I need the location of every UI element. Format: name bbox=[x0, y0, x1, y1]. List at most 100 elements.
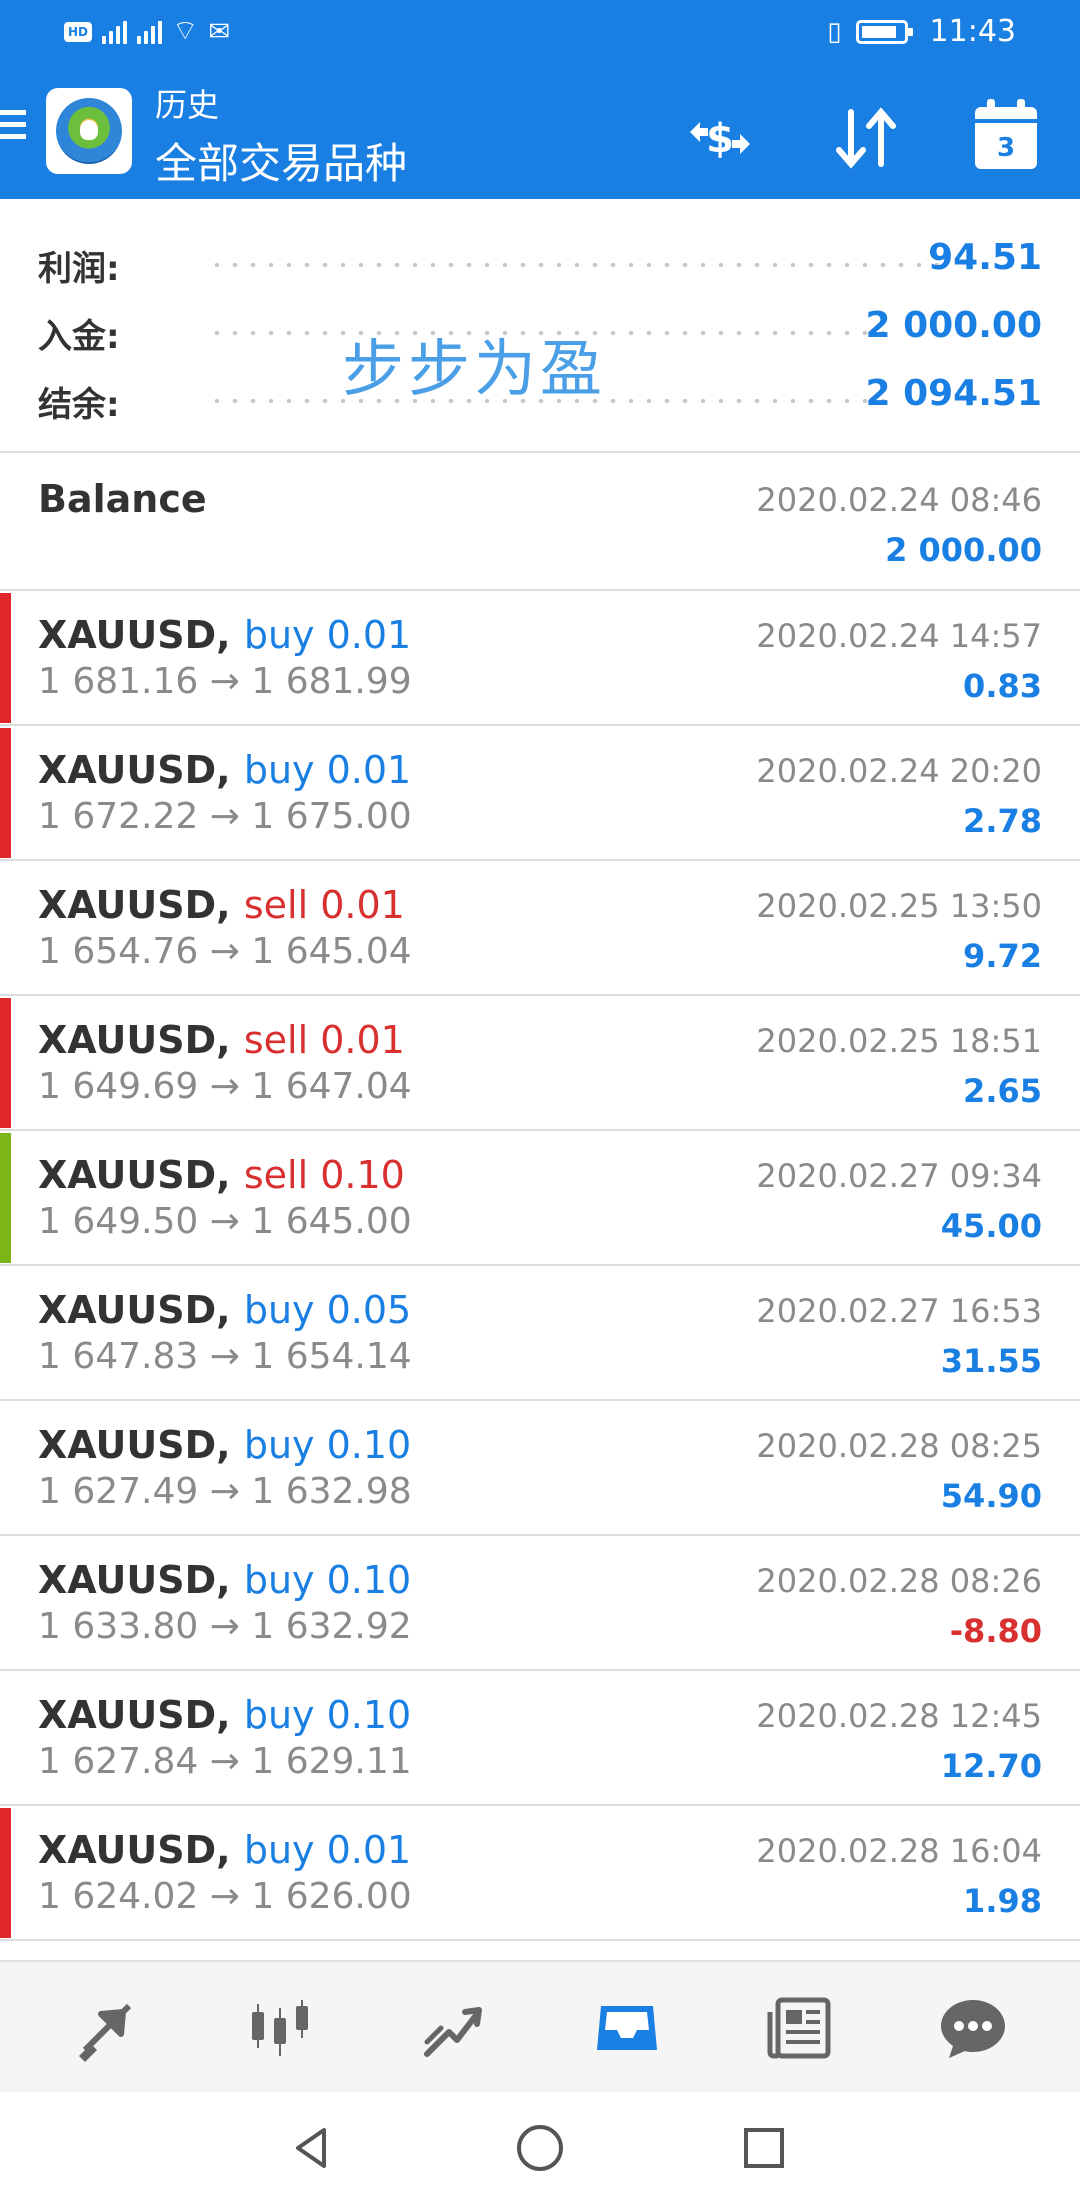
symbol-filter-title[interactable]: 全部交易品种 bbox=[155, 130, 407, 191]
status-bar: HD ⌔ ✉ ▯ 11:43 bbox=[0, 0, 1080, 64]
symbol-name: XAUUSD, bbox=[38, 883, 231, 927]
vibrate-icon: ▯ bbox=[827, 16, 842, 47]
deal-row[interactable]: XAUUSD, buy 0.01 1 681.16 → 1 681.99 2020.… bbox=[0, 591, 1080, 726]
deal-time: 2020.02.24 08:46 bbox=[756, 481, 1042, 519]
menu-icon[interactable] bbox=[0, 110, 28, 142]
calendar-day: 3 bbox=[996, 133, 1016, 163]
symbol-name: XAUUSD, bbox=[38, 613, 231, 657]
deal-profit: 9.72 bbox=[963, 937, 1042, 975]
trade-icon[interactable] bbox=[413, 1988, 493, 2068]
deal-symbol: XAUUSD, buy 0.05 bbox=[38, 1288, 411, 1332]
hd-indicator: HD bbox=[64, 21, 92, 42]
deal-profit: 1.98 bbox=[963, 1882, 1042, 1920]
summary-row-profit: 利润: 94.51 bbox=[38, 229, 1042, 289]
deal-time: 2020.02.28 08:25 bbox=[756, 1427, 1042, 1465]
deal-marker bbox=[0, 728, 11, 858]
deal-row[interactable]: XAUUSD, buy 0.01 1 624.02 → 1 626.00 2020.… bbox=[0, 1806, 1080, 1941]
deal-side: buy 0.10 bbox=[243, 1693, 412, 1737]
deal-side: buy 0.10 bbox=[243, 1558, 412, 1602]
symbol-name: XAUUSD, bbox=[38, 1558, 231, 1602]
wifi-icon: ⌔ bbox=[172, 14, 199, 47]
summary-value: 94.51 bbox=[928, 237, 1042, 278]
back-icon[interactable] bbox=[280, 2116, 344, 2180]
deal-row[interactable]: XAUUSD, buy 0.01 1 672.22 → 1 675.00 2020.… bbox=[0, 726, 1080, 861]
deal-profit: 54.90 bbox=[940, 1477, 1042, 1515]
deal-profit: 2.78 bbox=[963, 802, 1042, 840]
deal-row[interactable]: XAUUSD, sell 0.01 1 654.76 → 1 645.04 2020… bbox=[0, 861, 1080, 996]
summary-value: 2 000.00 bbox=[865, 305, 1042, 346]
chat-icon[interactable] bbox=[933, 1988, 1013, 2068]
home-icon[interactable] bbox=[508, 2116, 572, 2180]
deal-time: 2020.02.28 12:45 bbox=[756, 1697, 1042, 1735]
deal-time: 2020.02.27 16:53 bbox=[756, 1292, 1042, 1330]
deal-marker bbox=[0, 593, 11, 723]
history-list[interactable]: Balance 2020.02.24 08:46 2 000.00 XAUUSD… bbox=[0, 453, 1080, 1941]
summary-label: 结余: bbox=[38, 385, 120, 425]
symbol-name: XAUUSD, bbox=[38, 1693, 231, 1737]
symbol-name: XAUUSD, bbox=[38, 1828, 231, 1872]
deal-time: 2020.02.25 13:50 bbox=[756, 887, 1042, 925]
deal-side: buy 0.05 bbox=[243, 1288, 412, 1332]
signal-icon-2 bbox=[137, 20, 162, 44]
app-logo bbox=[46, 88, 132, 174]
deal-side: buy 0.01 bbox=[243, 1828, 412, 1872]
deal-profit: 45.00 bbox=[940, 1207, 1042, 1245]
symbol-name: XAUUSD, bbox=[38, 1153, 231, 1197]
bottom-navigation bbox=[0, 1960, 1080, 2092]
deal-marker bbox=[0, 1133, 11, 1263]
quotes-icon[interactable] bbox=[67, 1988, 147, 2068]
news-icon[interactable] bbox=[760, 1988, 840, 2068]
deal-symbol: XAUUSD, buy 0.10 bbox=[38, 1693, 411, 1737]
watermark-text: 步步为盈 bbox=[342, 332, 607, 405]
symbol-name: XAUUSD, bbox=[38, 1423, 231, 1467]
system-navigation-bar bbox=[0, 2092, 1080, 2205]
currency-exchange-icon[interactable]: $ bbox=[680, 98, 760, 178]
deal-profit: 0.83 bbox=[963, 667, 1042, 705]
deal-time: 2020.02.28 16:04 bbox=[756, 1832, 1042, 1870]
recents-icon[interactable] bbox=[732, 2116, 796, 2180]
summary-label: 入金: bbox=[38, 317, 120, 357]
balance-row[interactable]: Balance 2020.02.24 08:46 2 000.00 bbox=[0, 453, 1080, 591]
deal-row[interactable]: XAUUSD, sell 0.01 1 649.69 → 1 647.04 2020… bbox=[0, 996, 1080, 1131]
summary-value: 2 094.51 bbox=[865, 373, 1042, 414]
history-icon[interactable] bbox=[587, 1988, 667, 2068]
dot-leader bbox=[208, 263, 953, 267]
deal-prices: 1 654.76 → 1 645.04 bbox=[38, 931, 412, 972]
deal-prices: 1 681.16 → 1 681.99 bbox=[38, 661, 412, 702]
deal-prices: 1 672.22 → 1 675.00 bbox=[38, 796, 412, 837]
deal-profit: -8.80 bbox=[949, 1612, 1042, 1650]
battery-icon bbox=[855, 19, 913, 44]
deal-profit: 12.70 bbox=[940, 1747, 1042, 1785]
deal-side: buy 0.01 bbox=[243, 748, 412, 792]
balance-label: Balance bbox=[38, 477, 207, 521]
deal-row[interactable]: XAUUSD, buy 0.10 1 633.80 → 1 632.92 2020.… bbox=[0, 1536, 1080, 1671]
deal-side: sell 0.01 bbox=[243, 883, 405, 927]
deal-row[interactable]: XAUUSD, sell 0.10 1 649.50 → 1 645.00 2020… bbox=[0, 1131, 1080, 1266]
deal-marker bbox=[0, 1808, 11, 1938]
mail-icon: ✉ bbox=[208, 16, 231, 47]
app-bar: HD ⌔ ✉ ▯ 11:43 历史 全部交易品种 $ 3 bbox=[0, 0, 1080, 199]
chart-icon[interactable] bbox=[240, 1988, 320, 2068]
deal-prices: 1 647.83 → 1 654.14 bbox=[38, 1336, 412, 1377]
deal-symbol: XAUUSD, buy 0.01 bbox=[38, 1828, 411, 1872]
deal-profit: 31.55 bbox=[940, 1342, 1042, 1380]
deal-row[interactable]: XAUUSD, buy 0.10 1 627.49 → 1 632.98 2020.… bbox=[0, 1401, 1080, 1536]
deal-symbol: XAUUSD, buy 0.10 bbox=[38, 1423, 411, 1467]
deal-prices: 1 649.50 → 1 645.00 bbox=[38, 1201, 412, 1242]
symbol-name: XAUUSD, bbox=[38, 1288, 231, 1332]
deal-row[interactable]: XAUUSD, buy 0.10 1 627.84 → 1 629.11 2020.… bbox=[0, 1671, 1080, 1806]
deal-time: 2020.02.24 20:20 bbox=[756, 752, 1042, 790]
deal-time: 2020.02.25 18:51 bbox=[756, 1022, 1042, 1060]
deal-side: buy 0.10 bbox=[243, 1423, 412, 1467]
deal-prices: 1 649.69 → 1 647.04 bbox=[38, 1066, 412, 1107]
calendar-icon[interactable]: 3 bbox=[966, 98, 1046, 178]
deal-time: 2020.02.27 09:34 bbox=[756, 1157, 1042, 1195]
deal-row[interactable]: XAUUSD, buy 0.05 1 647.83 → 1 654.14 2020.… bbox=[0, 1266, 1080, 1401]
status-left: HD ⌔ ✉ bbox=[64, 14, 230, 49]
balance-value: 2 000.00 bbox=[885, 531, 1042, 569]
deal-symbol: XAUUSD, sell 0.10 bbox=[38, 1153, 405, 1197]
deal-prices: 1 627.84 → 1 629.11 bbox=[38, 1741, 412, 1782]
status-right: ▯ 11:43 bbox=[827, 14, 1016, 49]
symbol-name: XAUUSD, bbox=[38, 748, 231, 792]
sort-icon[interactable] bbox=[826, 98, 906, 178]
